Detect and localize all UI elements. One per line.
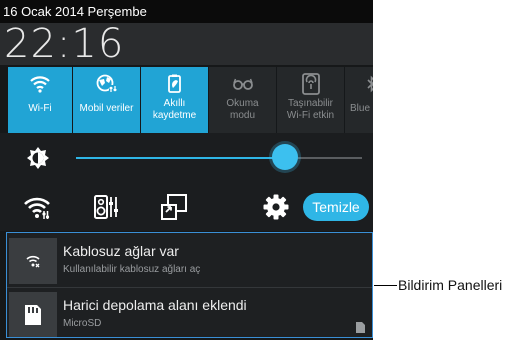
callout-label: Bildirim Panelleri (398, 277, 503, 293)
tile-smart-save[interactable]: Akıllı kaydetme (141, 67, 208, 133)
settings-gear-icon[interactable] (262, 193, 290, 221)
clock-row: 22:16 (0, 21, 373, 67)
tile-mobile-data[interactable]: Mobil veriler (73, 67, 140, 133)
brightness-icon (26, 146, 50, 170)
notification-subtitle: MicroSD (63, 318, 102, 329)
notification-item[interactable]: Kablosuz ağlar var Kullanılabilir kablos… (6, 235, 373, 285)
reading-glasses-icon (209, 73, 276, 95)
tile-bluetooth[interactable]: Blue (345, 67, 373, 133)
tile-portable-hotspot-label-1: Taşınabilir (287, 98, 334, 109)
clock-time: 22:16 (4, 21, 125, 67)
sd-card-icon (9, 292, 57, 338)
notification-subtitle: Kullanılabilir kablosuz ağları aç (63, 264, 201, 275)
mobile-data-globe-icon (73, 73, 140, 95)
tile-mobile-data-label: Mobil veriler (79, 103, 134, 114)
status-date: 16 Ocak 2014 Perşembe (3, 4, 147, 19)
brightness-slider[interactable] (76, 157, 362, 159)
tile-reading-mode-label-1: Okuma (226, 98, 259, 109)
notification-title: Harici depolama alanı eklendi (63, 297, 247, 313)
wifi-icon (8, 73, 72, 95)
tile-smart-save-label-1: Akıllı (163, 98, 186, 109)
tile-reading-mode[interactable]: Okuma modu (209, 67, 276, 133)
tile-wifi[interactable]: Wi-Fi (8, 67, 72, 133)
brightness-slider-thumb[interactable] (272, 144, 298, 170)
portable-hotspot-icon (277, 73, 344, 95)
clear-button[interactable]: Temizle (303, 193, 369, 221)
notification-list: Kablosuz ağlar var Kullanılabilir kablos… (6, 233, 373, 339)
tile-portable-hotspot-label-2: Wi-Fi etkin (286, 110, 335, 121)
tile-smart-save-label-2: kaydetme (152, 110, 197, 121)
smart-save-icon (141, 73, 208, 95)
callout-line (374, 285, 397, 286)
brightness-slider-fill (76, 157, 285, 159)
quick-settings: Wi-Fi Mobil veriler Akıllı kaydetme Okum… (8, 67, 373, 133)
bluetooth-icon (345, 73, 373, 95)
tile-wifi-label: Wi-Fi (28, 103, 52, 114)
tool-row: Temizle (0, 183, 373, 231)
wifi-settings-icon[interactable] (23, 193, 51, 221)
tile-bluetooth-label: Blue (350, 103, 371, 114)
notification-shade: 16 Ocak 2014 Perşembe 22:16 Wi-Fi Mobil … (0, 0, 373, 340)
notification-divider (6, 287, 373, 288)
notification-item[interactable]: Harici depolama alanı eklendi MicroSD (6, 289, 373, 339)
screen-mirror-icon[interactable] (160, 193, 188, 221)
audio-profile-icon[interactable] (92, 193, 120, 221)
small-sd-card-icon (356, 320, 365, 333)
notification-title: Kablosuz ağlar var (63, 243, 179, 259)
tile-reading-mode-label-2: modu (229, 110, 255, 121)
wifi-available-icon (9, 238, 57, 284)
brightness-row (0, 133, 373, 183)
tile-portable-hotspot[interactable]: Taşınabilir Wi-Fi etkin (277, 67, 344, 133)
